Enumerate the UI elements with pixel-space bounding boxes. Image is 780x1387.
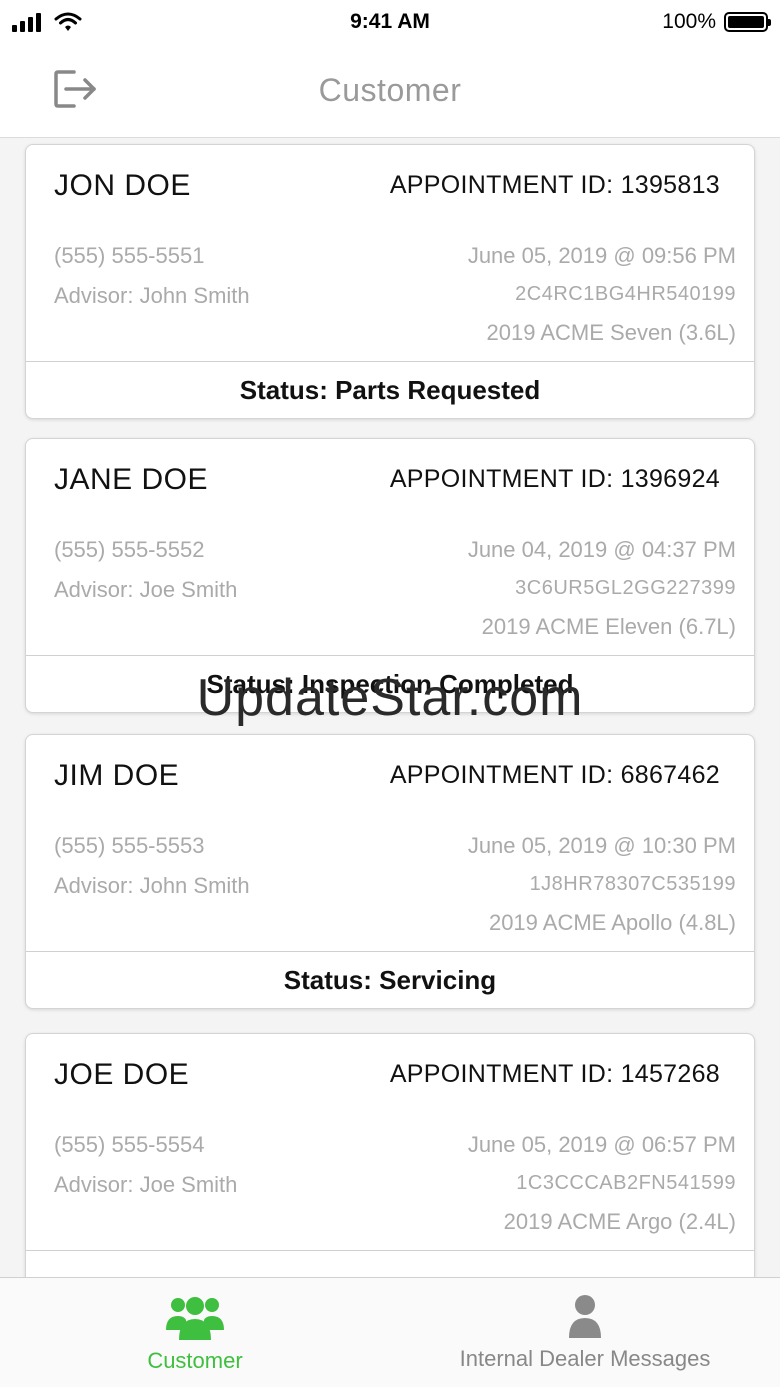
status-label: Status: Inspection Completed bbox=[206, 668, 574, 699]
appointment-id: APPOINTMENT ID: 1396924 bbox=[389, 465, 720, 493]
customer-name: JANE DOE bbox=[54, 463, 209, 496]
appointment-date: June 04, 2019 @ 04:37 PM bbox=[467, 537, 736, 562]
logout-icon bbox=[54, 70, 96, 108]
appointment-date: June 05, 2019 @ 09:56 PM bbox=[467, 243, 736, 268]
status-label: Status: Parts Requested bbox=[239, 374, 541, 405]
vehicle-vin: 3C6UR5GL2GG227399 bbox=[515, 577, 736, 599]
appointment-card[interactable]: JON DOE APPOINTMENT ID: 1395813 (555) 55… bbox=[25, 144, 755, 419]
appointment-date: June 05, 2019 @ 10:30 PM bbox=[467, 833, 736, 858]
customer-name: JIM DOE bbox=[54, 759, 180, 792]
app-header: Customer bbox=[0, 44, 780, 138]
person-icon bbox=[569, 1295, 601, 1338]
wifi-icon bbox=[54, 12, 82, 31]
vehicle-vin: 1C3CCCAB2FN541599 bbox=[516, 1172, 736, 1194]
signal-icon bbox=[12, 13, 41, 32]
battery-fill bbox=[728, 16, 764, 28]
customer-name: JOE DOE bbox=[54, 1058, 190, 1091]
appointment-card[interactable]: JANE DOE APPOINTMENT ID: 1396924 (555) 5… bbox=[25, 438, 755, 713]
vehicle-model: 2019 ACME Eleven (6.7L) bbox=[481, 614, 736, 639]
advisor-name: Advisor: Joe Smith bbox=[54, 1172, 238, 1197]
vehicle-model: 2019 ACME Apollo (4.8L) bbox=[488, 910, 736, 935]
status-label: Status: Servicing bbox=[283, 964, 497, 995]
appointment-id: APPOINTMENT ID: 1395813 bbox=[389, 171, 720, 199]
tab-internal-dealer-messages[interactable]: Internal Dealer Messages bbox=[390, 1278, 780, 1387]
status-right: 100% bbox=[568, 10, 771, 34]
appointment-id: APPOINTMENT ID: 6867462 bbox=[389, 761, 720, 789]
card-details: JOE DOE APPOINTMENT ID: 1457268 (555) 55… bbox=[26, 1034, 754, 1251]
page-title: Customer bbox=[318, 72, 462, 108]
vehicle-model: 2019 ACME Seven (3.6L) bbox=[486, 320, 736, 345]
logout-button[interactable] bbox=[50, 66, 102, 112]
users-icon bbox=[166, 1297, 224, 1340]
battery-percent: 100% bbox=[662, 10, 716, 33]
customer-phone: (555) 555-5553 bbox=[54, 833, 205, 858]
status-time: 9:41 AM bbox=[350, 10, 430, 33]
appointment-date: June 05, 2019 @ 06:57 PM bbox=[467, 1132, 736, 1157]
status-label bbox=[26, 1251, 754, 1277]
tab-label: Internal Dealer Messages bbox=[459, 1346, 711, 1371]
tab-label: Customer bbox=[147, 1348, 243, 1373]
customer-phone: (555) 555-5554 bbox=[54, 1132, 205, 1157]
appointment-id: APPOINTMENT ID: 1457268 bbox=[389, 1060, 720, 1088]
appointment-card[interactable]: JIM DOE APPOINTMENT ID: 6867462 (555) 55… bbox=[25, 734, 755, 1009]
advisor-name: Advisor: John Smith bbox=[54, 283, 250, 308]
status-bar: 9:41 AM 100% bbox=[0, 0, 780, 44]
vehicle-model: 2019 ACME Argo (2.4L) bbox=[503, 1209, 736, 1234]
card-details: JON DOE APPOINTMENT ID: 1395813 (555) 55… bbox=[26, 145, 754, 362]
tab-bar: Customer Internal Dealer Messages bbox=[0, 1277, 780, 1387]
card-details: JIM DOE APPOINTMENT ID: 6867462 (555) 55… bbox=[26, 735, 754, 952]
vehicle-vin: 2C4RC1BG4HR540199 bbox=[515, 283, 736, 305]
vehicle-vin: 1J8HR78307C535199 bbox=[529, 873, 736, 895]
advisor-name: Advisor: Joe Smith bbox=[54, 577, 238, 602]
advisor-name: Advisor: John Smith bbox=[54, 873, 250, 898]
appointment-card[interactable]: JOE DOE APPOINTMENT ID: 1457268 (555) 55… bbox=[25, 1033, 755, 1277]
appointment-list[interactable]: JON DOE APPOINTMENT ID: 1395813 (555) 55… bbox=[0, 138, 780, 1277]
customer-phone: (555) 555-5551 bbox=[54, 243, 205, 268]
card-details: JANE DOE APPOINTMENT ID: 1396924 (555) 5… bbox=[26, 439, 754, 656]
status-left bbox=[12, 12, 212, 32]
battery-icon bbox=[724, 12, 771, 32]
customer-phone: (555) 555-5552 bbox=[54, 537, 205, 562]
customer-name: JON DOE bbox=[54, 169, 191, 202]
tab-customer[interactable]: Customer bbox=[0, 1278, 390, 1387]
